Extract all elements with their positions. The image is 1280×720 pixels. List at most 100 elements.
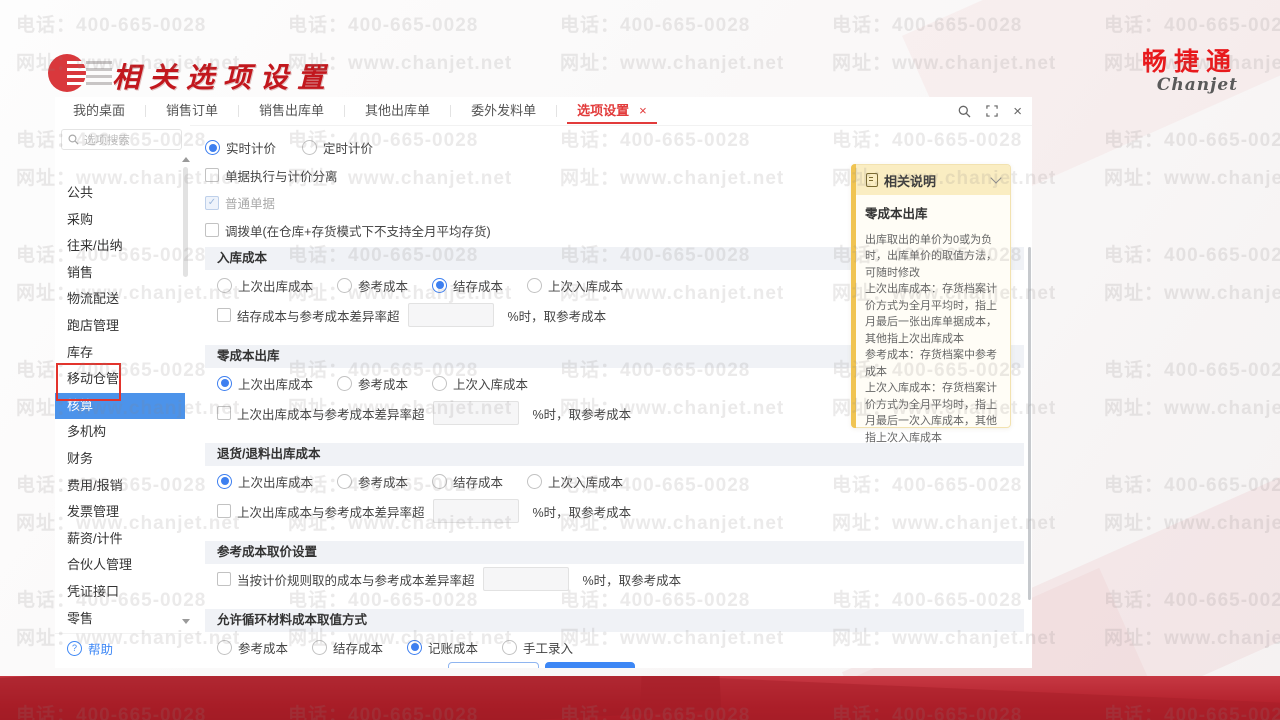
radio-option[interactable]: 实时计价 — [205, 138, 276, 157]
radio-icon[interactable] — [217, 278, 232, 293]
checkbox-option[interactable]: 结存成本与参考成本差异率超 — [217, 306, 400, 325]
sidebar-item[interactable]: 合伙人管理 — [55, 552, 185, 579]
threshold-input[interactable] — [483, 567, 569, 591]
tab-sales-order[interactable]: 销售订单 — [160, 98, 224, 124]
radio-option[interactable]: 参考成本 — [217, 638, 288, 657]
sidebar-item[interactable]: 发票管理 — [55, 499, 185, 526]
radio-option[interactable]: 上次出库成本 — [217, 374, 313, 393]
sidebar-item[interactable]: 物流配送 — [55, 286, 185, 313]
threshold-input[interactable] — [433, 499, 519, 523]
checkbox-option[interactable]: 上次出库成本与参考成本差异率超 — [217, 502, 425, 521]
threshold-input[interactable] — [433, 401, 519, 425]
radio-option[interactable]: 参考成本 — [337, 472, 408, 491]
radio-option[interactable]: 记账成本 — [407, 638, 478, 657]
search-icon[interactable] — [958, 105, 971, 118]
radio-option[interactable]: 结存成本 — [432, 276, 503, 295]
checkbox-icon[interactable] — [205, 168, 219, 182]
sidebar-item[interactable]: 凭证接口 — [55, 579, 185, 606]
radio-icon[interactable] — [337, 474, 352, 489]
radio-option[interactable]: 手工录入 — [502, 638, 573, 657]
scrollbar-thumb[interactable] — [183, 167, 188, 277]
section-title: 参考成本取价设置 — [205, 541, 1024, 564]
band-shade — [639, 676, 1280, 720]
primary-button[interactable] — [545, 662, 635, 668]
radio-label: 记账成本 — [428, 638, 478, 657]
radio-option[interactable]: 参考成本 — [337, 276, 408, 295]
sidebar-item[interactable]: 薪资/计件 — [55, 526, 185, 553]
watermark-url: 网址：www.chanjet.net — [1104, 278, 1280, 305]
radio-option[interactable]: 定时计价 — [302, 138, 373, 157]
checkbox-icon[interactable] — [217, 504, 231, 518]
radio-label: 手工录入 — [523, 638, 573, 657]
sidebar-item[interactable]: 零售 — [55, 606, 185, 633]
tab-options-settings[interactable]: 选项设置× — [571, 98, 653, 124]
checkbox-option[interactable]: 当按计价规则取的成本与参考成本差异率超 — [217, 570, 475, 589]
secondary-button[interactable] — [448, 662, 539, 668]
sidebar-item[interactable]: 多机构 — [55, 419, 185, 446]
logo-stripes-icon — [67, 61, 86, 87]
radio-icon[interactable] — [312, 640, 327, 655]
radio-option[interactable]: 结存成本 — [312, 638, 383, 657]
document-icon — [866, 173, 878, 187]
tab-other-delivery[interactable]: 其他出库单 — [359, 98, 436, 124]
radio-icon[interactable] — [502, 640, 517, 655]
radio-icon[interactable] — [337, 376, 352, 391]
radio-icon[interactable] — [205, 140, 220, 155]
radio-option[interactable]: 参考成本 — [337, 374, 408, 393]
checkbox-option[interactable]: 普通单据 — [205, 193, 275, 212]
tab-sales-delivery[interactable]: 销售出库单 — [253, 98, 330, 124]
radio-icon[interactable] — [407, 640, 422, 655]
sidebar-item[interactable]: 公共 — [55, 180, 185, 207]
radio-icon[interactable] — [217, 640, 232, 655]
checkbox-option[interactable]: 单据执行与计价分离 — [205, 166, 338, 185]
scroll-up-icon[interactable] — [182, 157, 190, 162]
radio-option[interactable]: 结存成本 — [432, 472, 503, 491]
checkbox-option[interactable]: 调拨单(在仓库+存货模式下不支持全月平均存货) — [205, 221, 491, 240]
checkbox-icon[interactable] — [205, 223, 219, 237]
checkbox-label: 当按计价规则取的成本与参考成本差异率超 — [237, 570, 475, 589]
radio-option[interactable]: 上次出库成本 — [217, 472, 313, 491]
search-input[interactable]: 选项搜索 — [61, 129, 182, 150]
sidebar-item[interactable]: 采购 — [55, 207, 185, 234]
radio-icon[interactable] — [217, 376, 232, 391]
close-icon[interactable]: × — [1013, 104, 1022, 119]
scroll-down-icon[interactable] — [182, 619, 190, 624]
sidebar-item[interactable]: 财务 — [55, 446, 185, 473]
checkbox-icon[interactable] — [205, 196, 219, 210]
radio-icon[interactable] — [527, 278, 542, 293]
sidebar-scrollbar[interactable] — [181, 155, 190, 628]
checkbox-icon[interactable] — [217, 406, 231, 420]
sidebar-item[interactable]: 销售 — [55, 260, 185, 287]
chevron-down-icon[interactable] — [990, 172, 1001, 183]
tab-outsource-material[interactable]: 委外发料单 — [465, 98, 542, 124]
tab-close-icon[interactable]: × — [639, 103, 647, 118]
sidebar-nav: 公共采购往来/出纳销售物流配送跑店管理库存移动仓管核算多机构财务费用/报销发票管… — [55, 180, 185, 660]
radio-option[interactable]: 上次入库成本 — [527, 276, 623, 295]
radio-icon[interactable] — [217, 474, 232, 489]
radio-icon[interactable] — [432, 278, 447, 293]
checkbox-icon[interactable] — [217, 308, 231, 322]
sidebar-help[interactable]: 帮助 — [55, 633, 202, 662]
radio-option[interactable]: 上次入库成本 — [527, 472, 623, 491]
checkbox-label: 单据执行与计价分离 — [225, 166, 338, 185]
radio-label: 上次出库成本 — [238, 276, 313, 295]
content-scrollbar[interactable] — [1028, 247, 1031, 600]
panel-header[interactable]: 相关说明 — [852, 165, 1010, 195]
radio-icon[interactable] — [527, 474, 542, 489]
sidebar-item[interactable]: 跑店管理 — [55, 313, 185, 340]
tab-my-desktop[interactable]: 我的桌面 — [67, 98, 131, 124]
radio-icon[interactable] — [337, 278, 352, 293]
radio-option[interactable]: 上次入库成本 — [432, 374, 528, 393]
radio-icon[interactable] — [432, 474, 447, 489]
checkbox-icon[interactable] — [217, 572, 231, 586]
radio-icon[interactable] — [302, 140, 317, 155]
fullscreen-icon[interactable] — [986, 105, 998, 117]
sidebar-item[interactable]: 费用/报销 — [55, 473, 185, 500]
search-placeholder: 选项搜索 — [84, 132, 130, 148]
sidebar-item[interactable]: 往来/出纳 — [55, 233, 185, 260]
radio-option[interactable]: 上次出库成本 — [217, 276, 313, 295]
watermark-phone: 电话：400-665-0028 — [1104, 355, 1280, 382]
threshold-input[interactable] — [408, 303, 494, 327]
radio-icon[interactable] — [432, 376, 447, 391]
checkbox-option[interactable]: 上次出库成本与参考成本差异率超 — [217, 404, 425, 423]
